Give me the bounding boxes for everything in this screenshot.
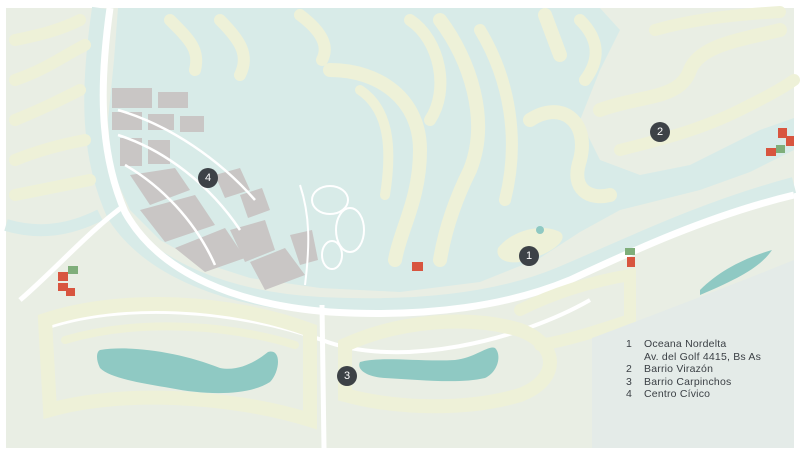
marker-1[interactable]: 1: [519, 246, 539, 266]
legend-item: 1 Oceana Nordelta: [596, 338, 792, 351]
marker-4-label: 4: [205, 172, 211, 184]
legend-label: Barrio Virazón: [644, 363, 714, 375]
marker-1-label: 1: [526, 250, 532, 262]
legend-address: Av. del Golf 4415, Bs As: [644, 350, 762, 363]
legend-label: Barrio Carpinchos: [644, 375, 732, 388]
legend-number: 4: [626, 388, 633, 400]
legend-item: 3 Barrio Carpinchos: [596, 376, 792, 389]
legend-number: [596, 351, 642, 364]
legend-label: Oceana Nordelta: [644, 338, 727, 350]
marker-3-label: 3: [344, 370, 350, 382]
legend-number: 3: [626, 375, 633, 388]
marker-2-label: 2: [657, 126, 663, 138]
marker-2[interactable]: 2: [650, 122, 670, 142]
map-legend: 1 Oceana Nordelta Av. del Golf 4415, Bs …: [596, 338, 792, 446]
legend-label: Centro Cívico: [644, 388, 711, 400]
legend-number: 2: [626, 363, 633, 375]
map-frame: 1 2 3 4 1 Oceana Nordelta Av. del Golf 4…: [0, 0, 800, 454]
south-road: [319, 304, 327, 449]
island-pond: [536, 226, 544, 234]
marker-4[interactable]: 4: [198, 168, 218, 188]
marker-3[interactable]: 3: [337, 366, 357, 386]
legend-number: 1: [626, 338, 633, 350]
legend-item: 4 Centro Cívico: [596, 388, 792, 401]
legend-item: Av. del Golf 4415, Bs As: [596, 351, 792, 364]
legend-item: 2 Barrio Virazón: [596, 363, 792, 376]
